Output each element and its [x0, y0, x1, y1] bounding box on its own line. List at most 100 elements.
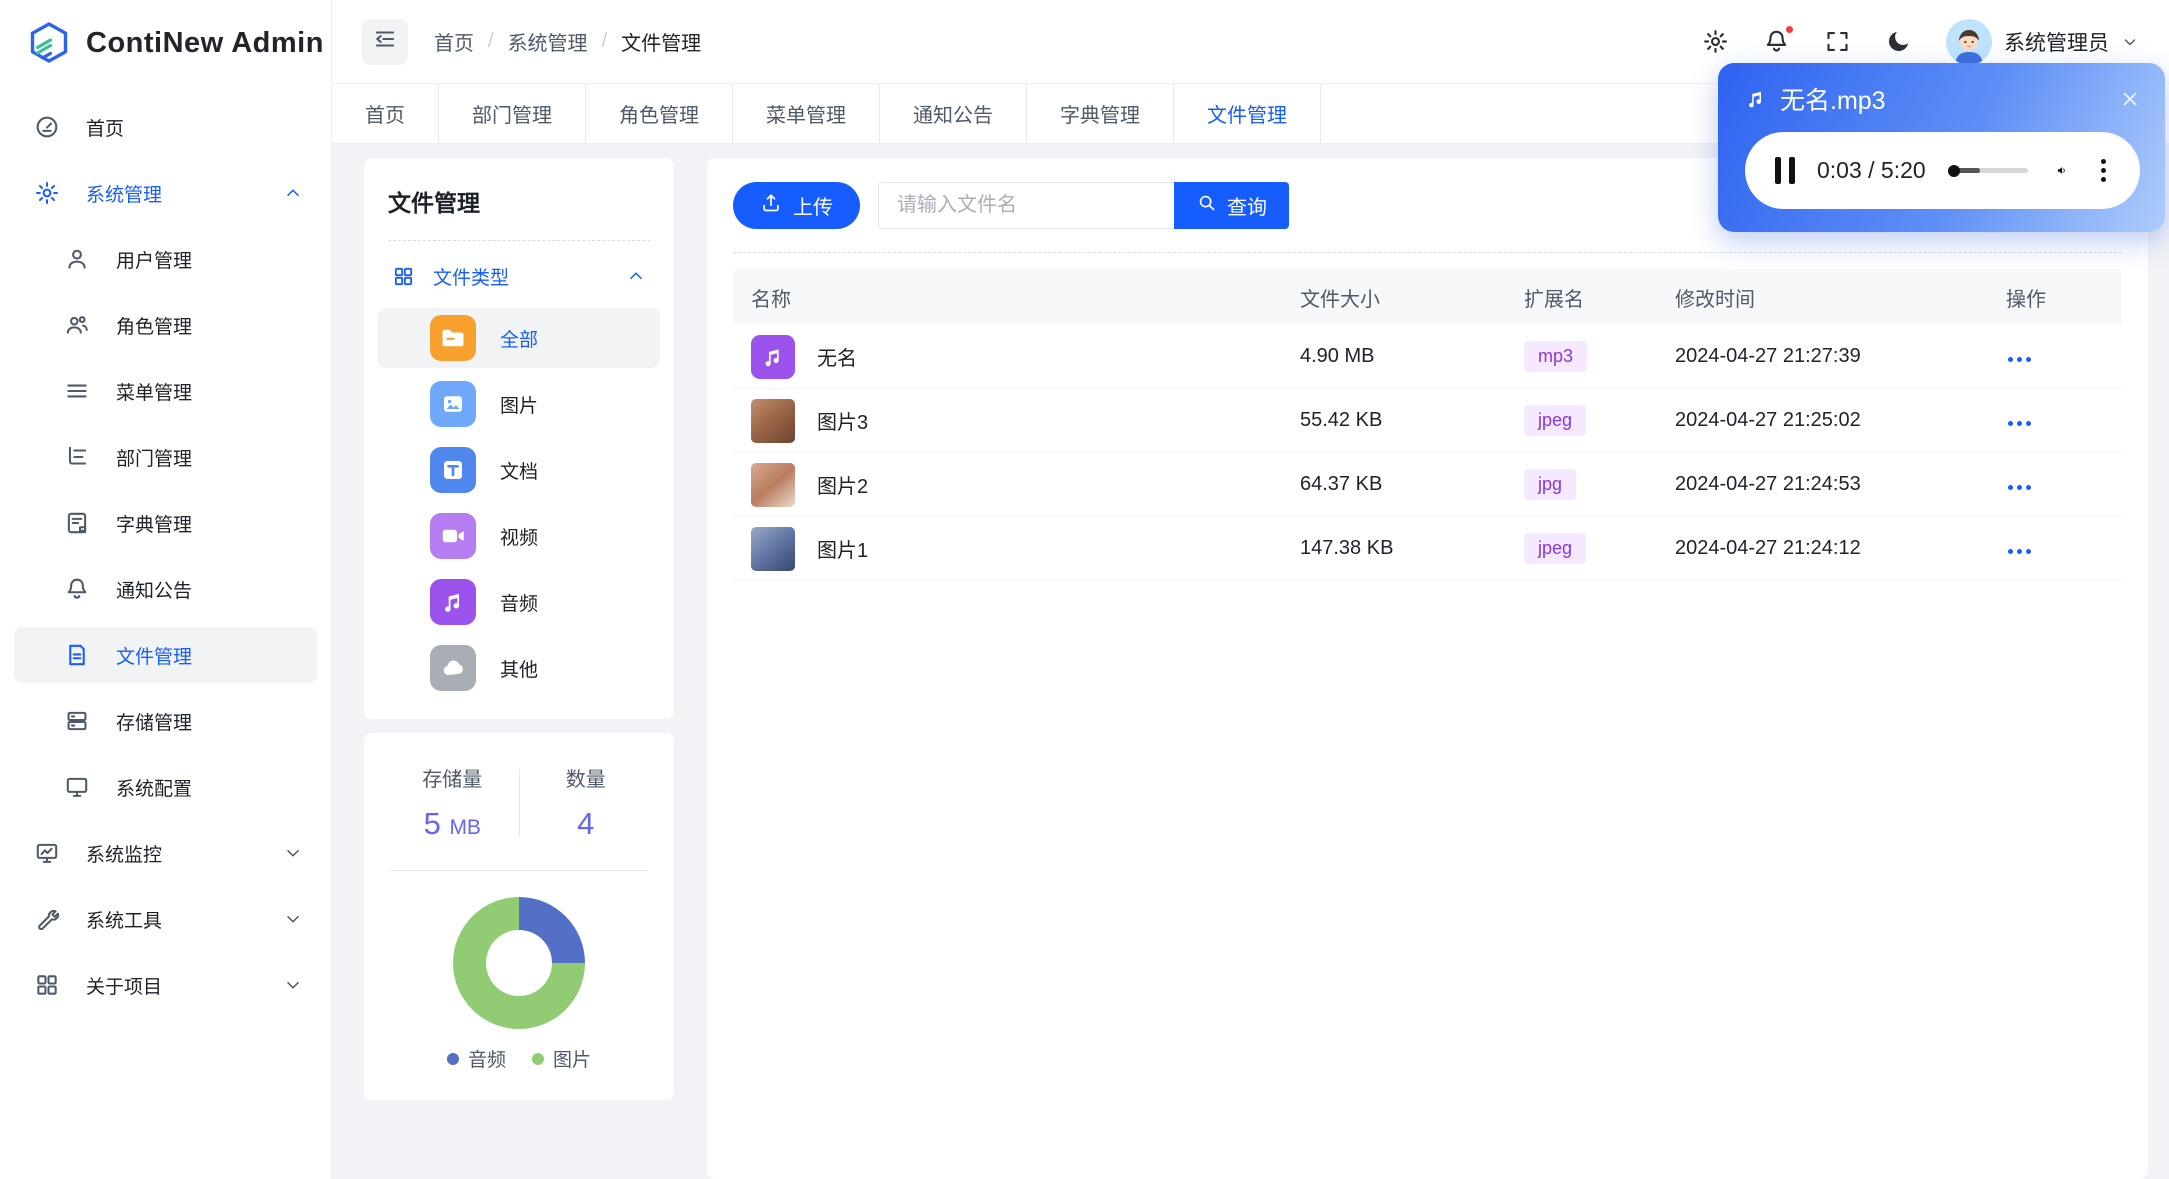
tab-notice[interactable]: 通知公告 — [880, 84, 1027, 143]
file-name: 图片3 — [817, 412, 869, 434]
volume-icon[interactable] — [2056, 157, 2067, 184]
file-type-all[interactable]: 全部 — [378, 305, 660, 371]
dark-mode-icon[interactable] — [1885, 28, 1912, 55]
search-group: 查询 — [878, 182, 1289, 229]
file-size: 4.90 MB — [1300, 345, 1375, 367]
tab-department[interactable]: 部门管理 — [439, 84, 586, 143]
col-actions: 操作 — [2006, 288, 2046, 311]
table-row[interactable]: 图片1 147.38 KB jpeg 2024-04-27 21:24:12 — [733, 517, 2122, 581]
query-button[interactable]: 查询 — [1174, 182, 1289, 229]
more-actions-icon[interactable] — [2006, 479, 2033, 496]
sidebar-collapse-button[interactable] — [362, 18, 408, 65]
sidebar-item-file-management[interactable]: 文件管理 — [0, 622, 331, 688]
app-root: ContiNew Admin 首页 系统管理 用户管理 角色管理 菜单管理 部门… — [0, 0, 2169, 1179]
sidebar-item-storage-management[interactable]: 存储管理 — [0, 688, 331, 754]
more-actions-icon[interactable] — [2006, 351, 2033, 368]
search-input[interactable] — [878, 182, 1174, 229]
sidebar-item-system-tools[interactable]: 系统工具 — [0, 886, 331, 952]
user-menu[interactable]: 系统管理员 — [1946, 18, 2139, 65]
sidebar-item-system-monitor[interactable]: 系统监控 — [0, 820, 331, 886]
notifications-button[interactable] — [1763, 24, 1795, 55]
tab-home[interactable]: 首页 — [332, 84, 439, 143]
chevron-up-icon — [626, 266, 646, 286]
file-type-video[interactable]: 视频 — [388, 503, 650, 569]
file-type-document[interactable]: 文档 — [388, 437, 650, 503]
player-time: 0:03 / 5:20 — [1817, 157, 1926, 183]
table-row[interactable]: 图片3 55.42 KB jpeg 2024-04-27 21:25:02 — [733, 389, 2122, 453]
file-table: 名称 文件大小 扩展名 修改时间 操作 无名 4.90 MB mp3 2024-… — [733, 269, 2122, 581]
breadcrumb-separator: / — [601, 30, 608, 52]
tab-role[interactable]: 角色管理 — [586, 84, 733, 143]
grid-icon — [34, 972, 60, 998]
legend-image[interactable]: 图片 — [532, 1045, 591, 1072]
sidebar-item-menu-management[interactable]: 菜单管理 — [0, 358, 331, 424]
logo-hexagon-icon — [30, 22, 68, 63]
users-icon — [64, 312, 90, 338]
sidebar-item-label: 系统管理 — [86, 184, 163, 206]
sidebar-item-notice[interactable]: 通知公告 — [0, 556, 331, 622]
seek-bar[interactable] — [1947, 164, 2028, 177]
settings-icon[interactable] — [1702, 28, 1729, 55]
ext-badge: jpg — [1524, 469, 1577, 500]
sidebar-item-system-management[interactable]: 系统管理 — [0, 160, 331, 226]
music-note-icon — [1744, 87, 1768, 111]
file-type-other[interactable]: 其他 — [388, 635, 650, 701]
tab-menu[interactable]: 菜单管理 — [733, 84, 880, 143]
file-type-audio[interactable]: 音频 — [388, 569, 650, 635]
table-row[interactable]: 图片2 64.37 KB jpg 2024-04-27 21:24:53 — [733, 453, 2122, 517]
fullscreen-icon[interactable] — [1824, 28, 1851, 55]
upload-button[interactable]: 上传 — [733, 182, 860, 229]
sidebar-item-label: 系统工具 — [86, 910, 163, 932]
audio-player-popup: 无名.mp3 0:03 / 5:20 — [1718, 63, 2165, 232]
sidebar-item-label: 通知公告 — [116, 580, 193, 602]
ext-badge: jpeg — [1524, 533, 1587, 564]
sidebar-item-label: 存储管理 — [116, 712, 193, 734]
more-actions-icon[interactable] — [2006, 415, 2033, 432]
player-menu-icon[interactable] — [2097, 155, 2110, 186]
file-type-label: 图片 — [500, 395, 539, 417]
search-icon — [1196, 192, 1217, 219]
player-header: 无名.mp3 — [1718, 63, 2165, 117]
sidebar-item-label: 部门管理 — [116, 448, 193, 470]
sidebar-item-about[interactable]: 关于项目 — [0, 952, 331, 1018]
dictionary-icon — [64, 510, 90, 536]
modified-time: 2024-04-27 21:25:02 — [1675, 409, 1861, 431]
tab-file-management[interactable]: 文件管理 — [1174, 84, 1321, 143]
wrench-icon — [34, 906, 60, 932]
image-thumbnail — [751, 398, 795, 443]
storage-label: 存储量 — [422, 769, 483, 791]
pause-button[interactable] — [1775, 157, 1795, 184]
breadcrumb-separator: / — [488, 30, 494, 52]
sidebar-item-dict-management[interactable]: 字典管理 — [0, 490, 331, 556]
sidebar-item-system-config[interactable]: 系统配置 — [0, 754, 331, 820]
sidebar: ContiNew Admin 首页 系统管理 用户管理 角色管理 菜单管理 部门… — [0, 0, 332, 1179]
logo[interactable]: ContiNew Admin — [0, 0, 331, 86]
file-type-donut-chart: 音频 图片 — [386, 897, 652, 1072]
legend-label: 图片 — [553, 1050, 592, 1071]
breadcrumb-current: 文件管理 — [621, 33, 702, 55]
storage-unit: MB — [449, 816, 481, 839]
file-type-image[interactable]: 图片 — [388, 371, 650, 437]
file-type-tree-header[interactable]: 文件类型 — [388, 247, 650, 305]
monitor-chart-icon — [34, 840, 60, 866]
gear-icon — [34, 180, 60, 206]
seek-thumb[interactable] — [1948, 164, 1961, 177]
table-row[interactable]: 无名 4.90 MB mp3 2024-04-27 21:27:39 — [733, 325, 2122, 389]
close-icon[interactable] — [2119, 88, 2141, 110]
more-actions-icon[interactable] — [2006, 543, 2033, 560]
breadcrumb-system[interactable]: 系统管理 — [508, 27, 588, 56]
sidebar-menu: 首页 系统管理 用户管理 角色管理 菜单管理 部门管理 字典管理 通知公告 文件… — [0, 86, 331, 1179]
breadcrumb: 首页 / 系统管理 / 文件管理 — [434, 27, 701, 56]
bell-icon — [1763, 30, 1790, 60]
sidebar-item-user-management[interactable]: 用户管理 — [0, 226, 331, 292]
sidebar-item-department-management[interactable]: 部门管理 — [0, 424, 331, 490]
breadcrumb-home[interactable]: 首页 — [434, 27, 474, 56]
tab-dict[interactable]: 字典管理 — [1027, 84, 1174, 143]
file-size: 147.38 KB — [1300, 537, 1394, 559]
sidebar-item-role-management[interactable]: 角色管理 — [0, 292, 331, 358]
file-icon — [64, 642, 90, 668]
bell-icon — [64, 576, 90, 602]
legend-audio[interactable]: 音频 — [446, 1045, 506, 1072]
sidebar-item-home[interactable]: 首页 — [0, 94, 331, 160]
image-file-icon — [430, 381, 476, 427]
